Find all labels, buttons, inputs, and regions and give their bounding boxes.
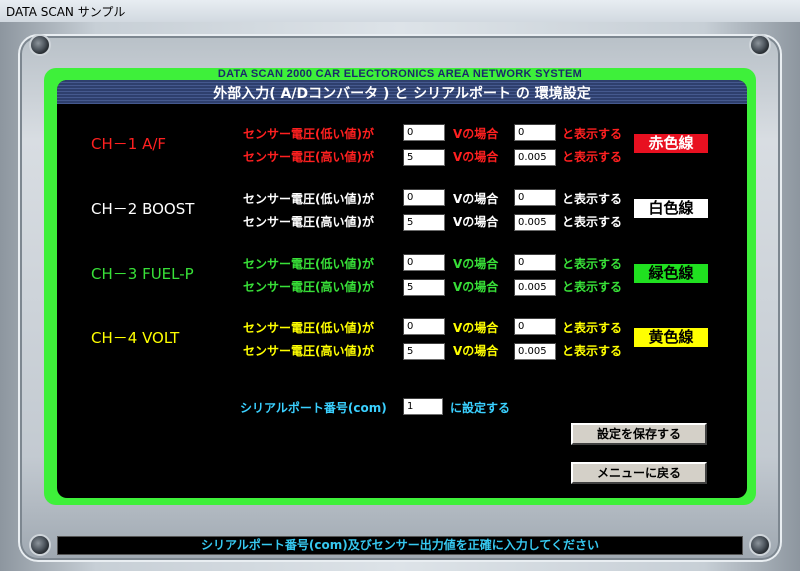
low-voltage-input[interactable]: 0: [403, 254, 445, 271]
display-label: と表示する: [562, 257, 623, 271]
screw-top-left-icon: [31, 36, 49, 54]
display-label: と表示する: [562, 280, 623, 294]
volt-case-label: Vの場合: [453, 280, 499, 294]
volt-case-label: Vの場合: [453, 215, 499, 229]
volt-case-label: Vの場合: [453, 127, 499, 141]
display-label: と表示する: [562, 150, 623, 164]
high-voltage-label: センサー電圧(高い値)が: [243, 280, 374, 294]
display-label: と表示する: [562, 192, 623, 206]
back-to-menu-button[interactable]: メニューに戻る: [571, 462, 707, 484]
channel-name: CH－2 BOOST: [91, 200, 195, 218]
high-voltage-label: センサー電圧(高い値)が: [243, 344, 374, 358]
high-display-input[interactable]: 0.005: [514, 279, 556, 296]
screw-bottom-left-icon: [31, 536, 49, 554]
banner-title: 外部入力( A/Dコンバータ ) と シリアルポート の 環境設定: [213, 86, 591, 102]
screw-bottom-right-icon: [751, 536, 769, 554]
channel-name: CH－1 A/F: [91, 135, 167, 153]
wire-color-badge: 白色線: [634, 199, 708, 218]
window-title: DATA SCAN サンプル: [6, 5, 126, 19]
high-voltage-label: センサー電圧(高い値)が: [243, 150, 374, 164]
low-voltage-input[interactable]: 0: [403, 124, 445, 141]
high-display-input[interactable]: 0.005: [514, 149, 556, 166]
volt-case-label: Vの場合: [453, 321, 499, 335]
high-voltage-input[interactable]: 5: [403, 149, 445, 166]
high-voltage-input[interactable]: 5: [403, 279, 445, 296]
high-display-input[interactable]: 0.005: [514, 343, 556, 360]
serial-port-input[interactable]: 1: [403, 398, 443, 415]
low-voltage-label: センサー電圧(低い値)が: [243, 321, 374, 335]
title-bar[interactable]: DATA SCAN サンプル: [0, 0, 800, 23]
high-display-input[interactable]: 0.005: [514, 214, 556, 231]
status-message: シリアルポート番号(com)及びセンサー出力値を正確に入力してください: [201, 538, 599, 552]
low-display-input[interactable]: 0: [514, 189, 556, 206]
banner: 外部入力( A/Dコンバータ ) と シリアルポート の 環境設定: [57, 80, 747, 104]
volt-case-label: Vの場合: [453, 192, 499, 206]
display-label: と表示する: [562, 215, 623, 229]
volt-case-label: Vの場合: [453, 344, 499, 358]
volt-case-label: Vの場合: [453, 150, 499, 164]
channel-name: CH－4 VOLT: [91, 329, 180, 347]
channel-name: CH－3 FUEL-P: [91, 265, 194, 283]
display-label: と表示する: [562, 127, 623, 141]
high-voltage-label: センサー電圧(高い値)が: [243, 215, 374, 229]
wire-color-badge: 黄色線: [634, 328, 708, 347]
low-voltage-label: センサー電圧(低い値)が: [243, 192, 374, 206]
low-voltage-input[interactable]: 0: [403, 318, 445, 335]
high-voltage-input[interactable]: 5: [403, 343, 445, 360]
screw-top-right-icon: [751, 36, 769, 54]
display-label: と表示する: [562, 321, 623, 335]
wire-color-badge: 赤色線: [634, 134, 708, 153]
high-voltage-input[interactable]: 5: [403, 214, 445, 231]
display-label: と表示する: [562, 344, 623, 358]
low-display-input[interactable]: 0: [514, 254, 556, 271]
volt-case-label: Vの場合: [453, 257, 499, 271]
low-voltage-label: センサー電圧(低い値)が: [243, 257, 374, 271]
wire-color-badge: 緑色線: [634, 264, 708, 283]
low-voltage-label: センサー電圧(低い値)が: [243, 127, 374, 141]
low-display-input[interactable]: 0: [514, 124, 556, 141]
serial-port-label: シリアルポート番号(com): [240, 401, 387, 415]
low-voltage-input[interactable]: 0: [403, 189, 445, 206]
low-display-input[interactable]: 0: [514, 318, 556, 335]
serial-port-suffix: に設定する: [450, 401, 511, 415]
status-bar: シリアルポート番号(com)及びセンサー出力値を正確に入力してください: [57, 536, 743, 555]
save-settings-button[interactable]: 設定を保存する: [571, 423, 707, 445]
system-title: DATA SCAN 2000 CAR ELECTORONICS AREA NET…: [217, 68, 583, 80]
